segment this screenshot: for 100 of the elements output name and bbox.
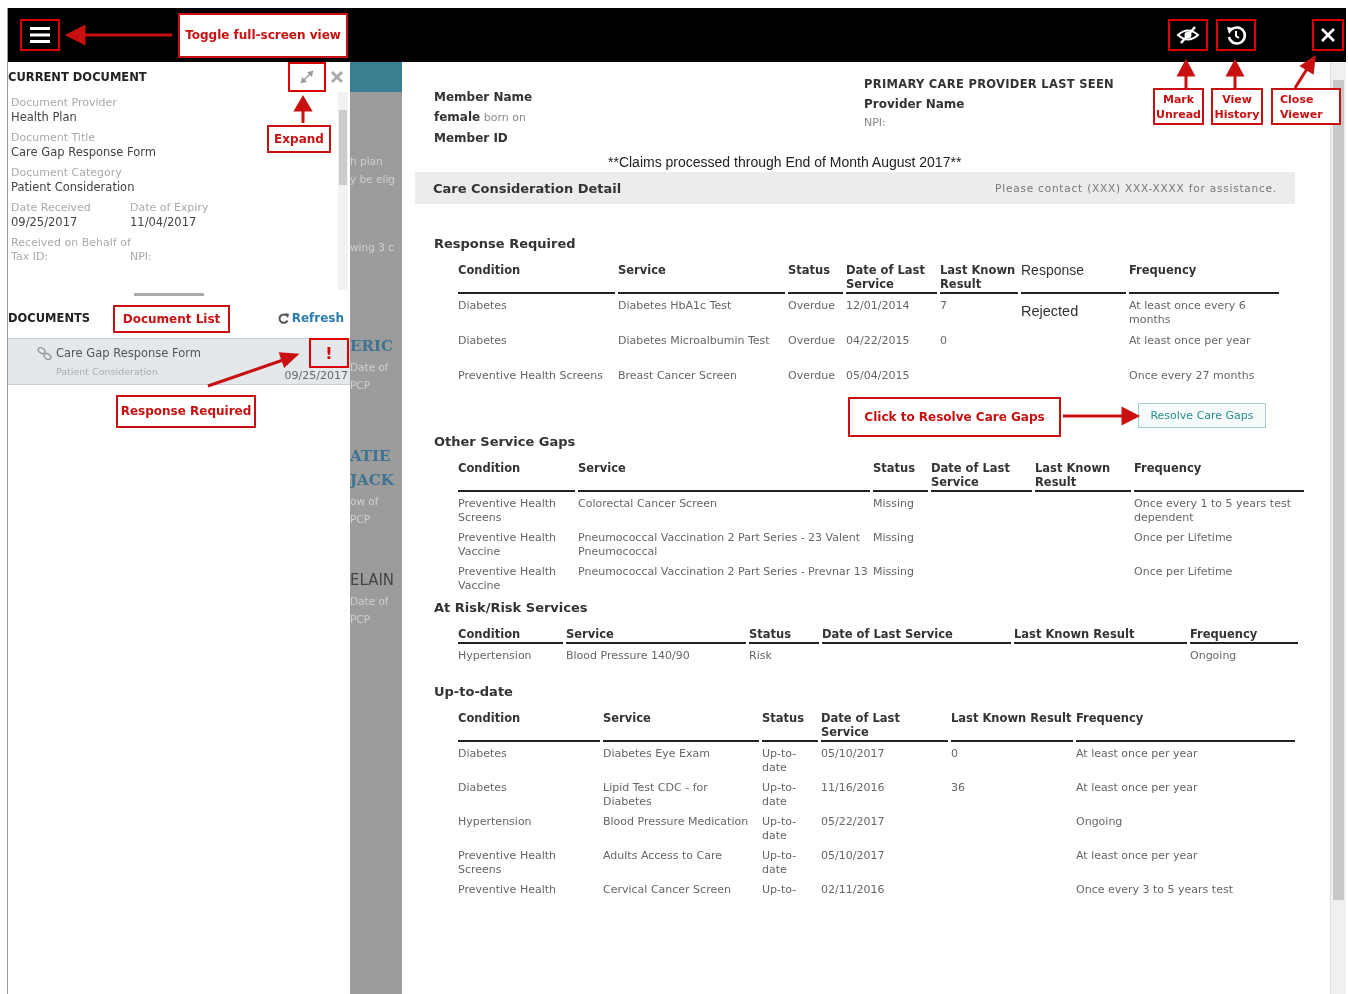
close-icon xyxy=(1321,28,1335,42)
field-label: NPI: xyxy=(130,250,152,264)
table-cell: Colorectal Cancer Screen xyxy=(578,497,717,510)
column-header: Date of Last Service xyxy=(821,711,948,742)
table-cell: Adults Access to Care xyxy=(603,849,723,862)
field-label: Date Received xyxy=(11,201,91,215)
table-cell: Rejected xyxy=(1021,303,1079,319)
scrollbar[interactable] xyxy=(1330,62,1346,994)
refresh-icon xyxy=(277,312,289,324)
history-button[interactable] xyxy=(1216,19,1256,51)
claims-note: **Claims processed through End of Month August 2017** xyxy=(607,154,963,170)
table-cell: At least once every 6 months xyxy=(1129,299,1246,326)
table-cell: 02/11/2016 xyxy=(821,883,885,896)
column-header: Response xyxy=(1021,263,1126,294)
column-header: Date of Last Service xyxy=(846,263,937,294)
column-header: Frequency xyxy=(1129,263,1279,294)
panel-title: CURRENT DOCUMENT xyxy=(8,70,148,84)
table-cell: Diabetes Eye Exam xyxy=(603,747,710,760)
table-cell: 11/16/2016 xyxy=(821,781,885,794)
column-header: Condition xyxy=(458,711,600,742)
callout-label: Expand xyxy=(267,125,331,153)
field-value: Health Plan xyxy=(11,110,77,125)
table-cell: 05/10/2017 xyxy=(821,849,885,862)
table-cell: Preventive Health Screens xyxy=(458,849,556,876)
field-label: Document Title xyxy=(11,131,96,145)
table-cell: Hypertension xyxy=(458,815,532,828)
column-header: Status xyxy=(788,263,843,294)
table-cell: Diabetes HbA1c Test xyxy=(618,299,732,312)
table-cell: 0 xyxy=(951,747,958,760)
mark-unread-button[interactable] xyxy=(1168,19,1208,51)
document-date: 09/25/2017 xyxy=(284,369,348,383)
table-cell: 36 xyxy=(951,781,965,794)
callout-label: Click to Resolve Care Gaps xyxy=(848,397,1061,437)
table-cell: Hypertension xyxy=(458,649,532,662)
field-label: Tax ID: xyxy=(11,250,49,264)
background-text: ATIE xyxy=(350,446,392,467)
table-cell: 0 xyxy=(940,334,947,347)
close-button[interactable] xyxy=(1312,19,1344,51)
column-header: Service xyxy=(578,461,870,492)
column-header: Condition xyxy=(458,461,575,492)
callout-label: Document List xyxy=(113,305,230,333)
callout-label: Mark Unread xyxy=(1153,88,1204,125)
table-cell: Overdue xyxy=(788,334,835,347)
table-cell: Overdue xyxy=(788,369,835,382)
table-cell: 05/22/2017 xyxy=(821,815,885,828)
table-cell: Preventive Health Vaccine xyxy=(458,531,556,558)
table-cell: Up-to-date xyxy=(762,747,797,774)
member-id-label: Member ID xyxy=(434,130,509,147)
menu-icon xyxy=(30,27,50,43)
column-header: Status xyxy=(873,461,928,492)
callout-label: Close Viewer xyxy=(1271,88,1341,125)
member-name-label: Member Name xyxy=(434,89,534,106)
background-text: ERIC xyxy=(350,336,394,357)
detail-title: Care Consideration Detail xyxy=(433,180,622,196)
table-cell: 05/10/2017 xyxy=(821,747,885,760)
npi-label: NPI: xyxy=(864,115,887,131)
document-list-item[interactable]: Care Gap Response Form Patient Consideration ! 09/25/2017 xyxy=(8,338,350,385)
section-title: Response Required xyxy=(434,236,577,251)
table-cell: Diabetes xyxy=(458,747,507,760)
scrollbar[interactable] xyxy=(338,92,348,290)
refresh-link[interactable]: Refresh xyxy=(277,311,344,325)
table-cell: Ongoing xyxy=(1076,815,1123,828)
table-cell: Lipid Test CDC - for Diabetes xyxy=(603,781,708,808)
callout-label: View History xyxy=(1211,88,1263,125)
section-title: DOCUMENTS xyxy=(8,311,92,325)
table-cell: Preventive Health Screens xyxy=(458,497,556,524)
column-header: Last Known Result xyxy=(940,263,1018,294)
column-header: Service xyxy=(618,263,785,294)
table-cell: Ongoing xyxy=(1190,649,1237,662)
link-icon xyxy=(37,346,52,360)
section-title: Up-to-date xyxy=(434,684,514,699)
table-cell: At least once per year xyxy=(1076,747,1198,760)
column-header: Frequency xyxy=(1190,627,1298,644)
table-cell: Once every 1 to 5 years test dependent xyxy=(1134,497,1291,524)
callout-arrow xyxy=(1225,58,1245,88)
callout-arrow xyxy=(1293,54,1316,89)
column-header: Last Known Result xyxy=(1014,627,1187,644)
resolve-button[interactable]: Resolve Care Gaps xyxy=(1138,403,1266,428)
column-header: Last Known Result xyxy=(951,711,1073,742)
table-cell: Risk xyxy=(749,649,772,662)
history-icon xyxy=(1225,24,1247,46)
field-label: Received on Behalf of xyxy=(11,236,131,250)
column-header: Last Known Result xyxy=(1035,461,1131,492)
table-cell: 05/04/2015 xyxy=(846,369,910,382)
callout-arrow xyxy=(293,95,313,123)
document-category: Patient Consideration xyxy=(56,366,159,377)
expand-icon xyxy=(299,69,315,85)
table-cell: Up-to-date xyxy=(762,849,797,876)
table-cell: Diabetes Microalbumin Test xyxy=(618,334,770,347)
column-header: Service xyxy=(566,627,746,644)
menu-button[interactable] xyxy=(20,19,60,51)
field-label: Date of Expiry xyxy=(130,201,209,215)
expand-button[interactable] xyxy=(288,62,326,92)
table-cell: Missing xyxy=(873,531,915,544)
table-cell: At least once per year xyxy=(1076,849,1198,862)
table-cell: At least once per year xyxy=(1129,334,1251,347)
table-cell: Pneumococcal Vaccination 2 Part Series - Prevnar 13 xyxy=(578,565,868,578)
scrollbar[interactable] xyxy=(134,292,204,296)
contact-note: Please contact (XXX) XXX-XXXX for assistance. xyxy=(995,182,1277,194)
table-cell: Preventive Health xyxy=(458,883,556,896)
